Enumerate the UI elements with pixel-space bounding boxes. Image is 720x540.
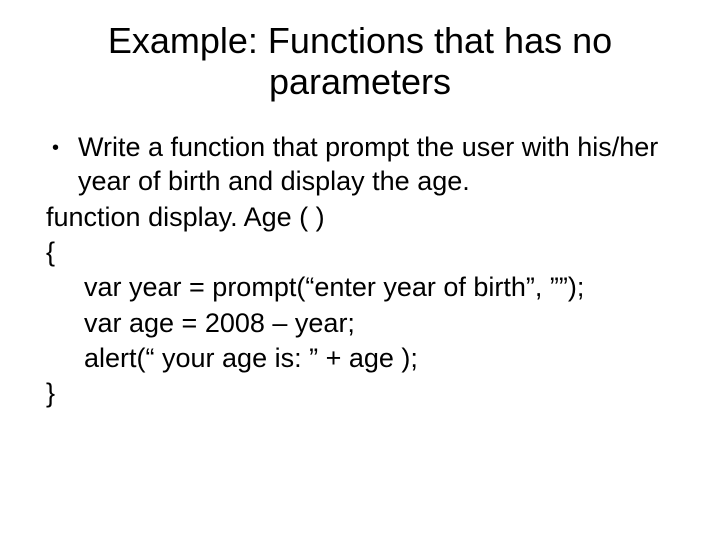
slide-title: Example: Functions that has no parameter…: [38, 20, 682, 103]
code-line-4: var age = 2008 – year;: [46, 306, 682, 341]
code-line-5: alert(“ your age is: ” + age );: [46, 341, 682, 376]
bullet-marker: •: [46, 131, 78, 165]
slide-container: Example: Functions that has no parameter…: [0, 0, 720, 540]
code-line-6: }: [46, 376, 682, 411]
code-line-2: {: [46, 235, 682, 270]
code-line-1: function display. Age ( ): [46, 200, 682, 235]
code-line-3: var year = prompt(“enter year of birth”,…: [46, 270, 682, 305]
bullet-item: • Write a function that prompt the user …: [46, 131, 682, 199]
slide-content: • Write a function that prompt the user …: [38, 131, 682, 411]
bullet-text: Write a function that prompt the user wi…: [78, 131, 682, 199]
